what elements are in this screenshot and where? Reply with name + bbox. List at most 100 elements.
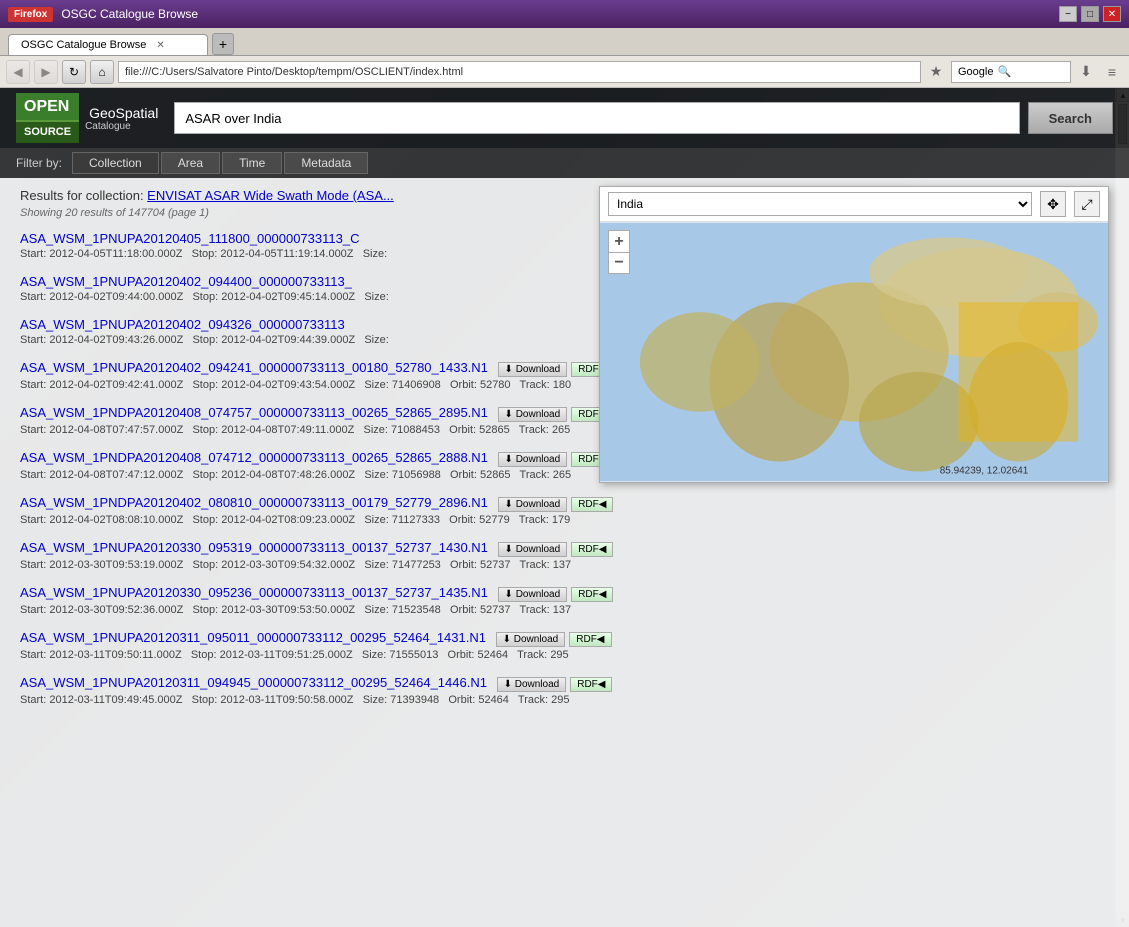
start-label-r2: Start:: [20, 291, 46, 303]
search-placeholder: Google: [958, 66, 993, 78]
map-zoom-in-button[interactable]: +: [608, 230, 630, 252]
result-link-r1[interactable]: ASA_WSM_1PNUPA20120405_111800_0000007331…: [20, 231, 359, 246]
rdf-button-r8[interactable]: RDF◀: [571, 542, 613, 557]
stop-value-r1: 2012-04-05T11:19:14.000Z: [220, 248, 353, 260]
back-button[interactable]: ◀: [6, 60, 30, 84]
start-value-r1: 2012-04-05T11:18:00.000Z: [49, 248, 182, 260]
map-move-icon[interactable]: ✥: [1040, 191, 1066, 217]
rdf-button-r9[interactable]: RDF◀: [571, 587, 613, 602]
result-link-r11[interactable]: ASA_WSM_1PNUPA20120311_094945_0000007331…: [20, 675, 491, 690]
address-text: file:///C:/Users/Salvatore Pinto/Desktop…: [125, 66, 463, 78]
stop-value-r3: 2012-04-02T09:44:39.000Z: [221, 334, 355, 346]
result-link-r8[interactable]: ASA_WSM_1PNUPA20120330_095319_0000007331…: [20, 540, 492, 555]
main-search-button[interactable]: Search: [1028, 102, 1113, 134]
tab-close-button[interactable]: ✕: [156, 40, 164, 51]
map-location-select[interactable]: India: [608, 192, 1032, 216]
download-button-r4[interactable]: ⬇ Download: [498, 362, 568, 377]
map-zoom-out-button[interactable]: −: [608, 252, 630, 274]
reload-button[interactable]: ↻: [62, 60, 86, 84]
result-link-r9[interactable]: ASA_WSM_1PNUPA20120330_095236_0000007331…: [20, 585, 492, 600]
size-value-r5: 71088453: [391, 424, 440, 436]
result-link-r3[interactable]: ASA_WSM_1PNUPA20120402_094326_0000007331…: [20, 317, 345, 332]
bookmark-icon[interactable]: ★: [925, 61, 947, 83]
result-link-text-r4: ASA_WSM_1PNUPA20120402_094241_0000007331…: [20, 360, 488, 375]
maximize-button[interactable]: □: [1081, 6, 1099, 22]
home-button[interactable]: ⌂: [90, 60, 114, 84]
track-value-r5: 265: [552, 424, 570, 436]
forward-button[interactable]: ▶: [34, 60, 58, 84]
stop-value-r7: 2012-04-02T08:09:23.000Z: [221, 514, 355, 526]
tab-bar: OSGC Catalogue Browse ✕ +: [0, 28, 1129, 56]
track-label-r9: Track:: [520, 604, 550, 616]
result-link-r6[interactable]: ASA_WSM_1PNDPA20120408_074712_0000007331…: [20, 450, 492, 465]
address-bar[interactable]: file:///C:/Users/Salvatore Pinto/Desktop…: [118, 61, 921, 83]
result-meta-r10: Start: 2012-03-11T09:50:11.000Z Stop: 20…: [20, 649, 1109, 661]
download-button-r6[interactable]: ⬇ Download: [498, 452, 568, 467]
rdf-button-r7[interactable]: RDF◀: [571, 497, 613, 512]
browser-search-box[interactable]: Google 🔍: [951, 61, 1071, 83]
size-value-r8: 71477253: [392, 559, 441, 571]
page-inner: OPEN SOURCE GeoSpatial Catalogue Search …: [0, 88, 1129, 927]
stop-label: Stop:: [192, 248, 218, 260]
close-button[interactable]: ✕: [1103, 6, 1121, 22]
size-value-r7: 71127333: [392, 514, 440, 526]
filter-tab-area[interactable]: Area: [161, 152, 220, 174]
result-actions-r4: ⬇ Download RDF◀: [498, 362, 614, 377]
download-button-r7[interactable]: ⬇ Download: [498, 497, 568, 512]
logo-geospatial: GeoSpatial: [89, 105, 158, 121]
size-label-r7: Size:: [364, 514, 388, 526]
orbit-value-r8: 52737: [480, 559, 511, 571]
list-item: ASA_WSM_1PNUPA20120330_095319_0000007331…: [20, 540, 1109, 571]
result-link-text-r8: ASA_WSM_1PNUPA20120330_095319_0000007331…: [20, 540, 488, 555]
stop-value-r5: 2012-04-08T07:49:11.000Z: [221, 424, 354, 436]
result-link-r10[interactable]: ASA_WSM_1PNUPA20120311_095011_0000007331…: [20, 630, 490, 645]
main-search-input[interactable]: [174, 102, 1019, 134]
orbit-label-r9: Orbit:: [450, 604, 477, 616]
download-icon[interactable]: ⬇: [1075, 61, 1097, 83]
track-value-r7: 179: [552, 514, 570, 526]
start-label-r9: Start:: [20, 604, 46, 616]
result-link-text-r11: ASA_WSM_1PNUPA20120311_094945_0000007331…: [20, 675, 487, 690]
start-label-r8: Start:: [20, 559, 46, 571]
menu-icon[interactable]: ≡: [1101, 61, 1123, 83]
rdf-button-r11[interactable]: RDF◀: [570, 677, 612, 692]
start-label-r11: Start:: [20, 694, 46, 706]
download-button-r11[interactable]: ⬇ Download: [497, 677, 567, 692]
filter-tab-metadata[interactable]: Metadata: [284, 152, 368, 174]
start-value-r11: 2012-03-11T09:49:45.000Z: [49, 694, 182, 706]
result-actions-r11: ⬇ Download RDF◀: [497, 677, 613, 692]
result-link-r4[interactable]: ASA_WSM_1PNUPA20120402_094241_0000007331…: [20, 360, 492, 375]
size-label-r10: Size:: [362, 649, 386, 661]
track-value-r6: 265: [553, 469, 571, 481]
result-link-r2[interactable]: ASA_WSM_1PNUPA20120402_094400_0000007331…: [20, 274, 352, 289]
download-button-r9[interactable]: ⬇ Download: [498, 587, 568, 602]
minimize-button[interactable]: −: [1059, 6, 1077, 22]
track-label-r8: Track:: [520, 559, 550, 571]
filter-tab-time[interactable]: Time: [222, 152, 282, 174]
orbit-value-r11: 52464: [478, 694, 509, 706]
rdf-button-r10[interactable]: RDF◀: [569, 632, 611, 647]
map-svg: 85.94239, 12.02641: [600, 222, 1108, 482]
orbit-value-r5: 52865: [479, 424, 510, 436]
track-label-r7: Track:: [519, 514, 549, 526]
orbit-label-r6: Orbit:: [450, 469, 477, 481]
result-link-r7[interactable]: ASA_WSM_1PNDPA20120402_080810_0000007331…: [20, 495, 492, 510]
stop-value-r6: 2012-04-08T07:48:26.000Z: [221, 469, 355, 481]
title-bar: Firefox OSGC Catalogue Browse − □ ✕: [0, 0, 1129, 28]
download-button-r8[interactable]: ⬇ Download: [498, 542, 568, 557]
result-link-r5[interactable]: ASA_WSM_1PNDPA20120408_074757_0000007331…: [20, 405, 492, 420]
start-value-r9: 2012-03-30T09:52:36.000Z: [49, 604, 183, 616]
track-value-r4: 180: [553, 379, 571, 391]
new-tab-button[interactable]: +: [212, 33, 234, 55]
firefox-logo: Firefox: [8, 7, 53, 22]
download-button-r5[interactable]: ⬇ Download: [498, 407, 568, 422]
download-button-r10[interactable]: ⬇ Download: [496, 632, 566, 647]
orbit-value-r7: 52779: [479, 514, 510, 526]
page-content: OPEN SOURCE GeoSpatial Catalogue Search …: [0, 88, 1129, 927]
filter-tab-collection[interactable]: Collection: [72, 152, 159, 174]
collection-link[interactable]: ENVISAT ASAR Wide Swath Mode (ASA...: [147, 188, 394, 203]
stop-label-r6: Stop:: [192, 469, 218, 481]
list-item: ASA_WSM_1PNDPA20120402_080810_0000007331…: [20, 495, 1109, 526]
map-fullscreen-icon[interactable]: ⤢: [1074, 191, 1100, 217]
active-tab[interactable]: OSGC Catalogue Browse ✕: [8, 34, 208, 55]
